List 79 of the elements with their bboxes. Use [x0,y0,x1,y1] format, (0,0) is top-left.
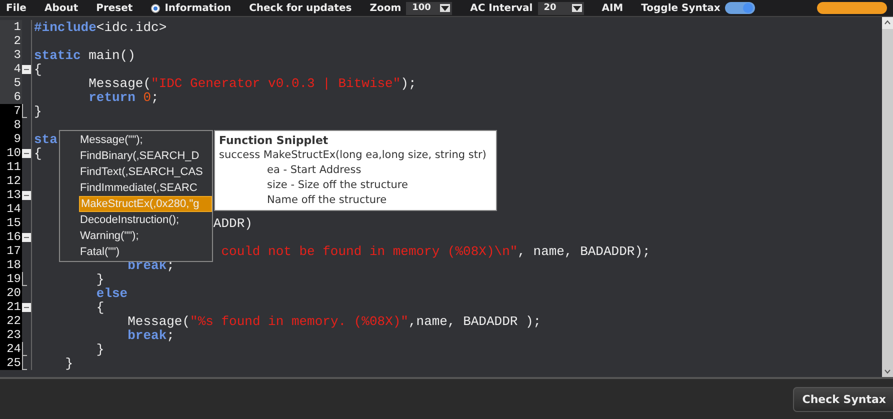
line-number: 5 [0,76,22,90]
menu-item[interactable]: File [6,2,26,14]
scrollbar[interactable] [882,17,893,377]
line-number: 17 [0,244,22,258]
action-button[interactable] [817,2,887,14]
code-line: { [34,146,42,160]
collapse-icon[interactable] [22,302,31,312]
menu-item[interactable]: Preset [96,2,133,14]
dropdown-arrow-icon [440,4,450,12]
autocomplete-item[interactable]: DecodeInstruction(); [60,212,212,228]
scroll-down-icon[interactable] [884,369,891,374]
code-line: #include<idc.idc> [34,20,167,34]
code-line: } [34,104,42,118]
line-number: 11 [0,160,22,174]
line-number: 23 [0,328,22,342]
menu-item[interactable]: AIM [602,2,624,14]
code-line: { [34,62,42,76]
code-line: ADDR) [213,216,252,230]
line-number: 25 [0,356,22,370]
line-number: 24 [0,342,22,356]
autocomplete-item[interactable]: Warning(""); [60,228,212,244]
dropdown-arrow-icon [572,4,582,12]
autocomplete-item[interactable]: Message(""); [60,132,212,148]
parameter-description: Name off the structure [266,193,388,208]
number-select[interactable]: 100 [406,2,452,14]
line-number: 22 [0,314,22,328]
line-number: 10 [0,146,22,160]
collapse-icon[interactable] [22,64,31,74]
function-signature: success MakeStructEx(long ea,long size, string str) [219,148,488,163]
code-line: could not be found in memory (%08X)\n", name, BADADDR); [221,244,650,258]
radio-label[interactable]: Information [164,2,232,14]
scroll-up-icon[interactable] [884,20,891,25]
code-line: return 0; [88,90,159,104]
autocomplete-item[interactable]: FindText(,SEARCH_CAS [60,164,212,180]
code-line: Message("IDC Generator v0.0.3 | Bitwise"); [88,76,416,90]
toggle-switch[interactable] [725,2,756,14]
autocomplete-item[interactable]: FindBinary(,SEARCH_D [60,148,212,164]
line-number: 15 [0,216,22,230]
code-line: { [96,300,104,314]
line-number: 14 [0,202,22,216]
line-number: 4 [0,62,22,76]
code-line: break; [128,328,174,342]
number-select[interactable]: 20 [538,2,584,14]
line-number: 18 [0,258,22,272]
parameter-description: ea - Start Address [266,163,362,178]
code-line: sta [34,132,58,146]
line-number: 19 [0,272,22,286]
line-number: 13 [0,188,22,202]
menu-item[interactable]: Check for updates [249,2,352,14]
code-line: } [65,356,74,370]
select-label: Zoom [370,2,402,14]
check-syntax-button[interactable]: Check Syntax [793,386,893,412]
code-line: else [96,286,128,300]
collapse-icon[interactable] [22,232,31,242]
line-number: 9 [0,132,22,146]
code-line: } [96,342,104,356]
collapse-icon[interactable] [22,148,31,158]
line-number: 8 [0,118,22,132]
autocomplete-item[interactable]: Fatal("") [60,244,212,260]
tooltip-title: Function Snipplet [219,133,330,148]
toggle-label: Toggle Syntax [641,2,720,14]
code-line: Message("%s found in memory. (%08X)",name, BADADDR ); [128,314,542,328]
line-number: 16 [0,230,22,244]
radio-button[interactable] [150,4,160,12]
line-number: 20 [0,286,22,300]
parameter-description: size - Size off the structure [266,178,409,193]
menu-item[interactable]: About [44,2,78,14]
code-line: } [96,272,104,286]
line-number: 3 [0,48,22,62]
line-number: 7 [0,104,22,118]
line-number: 21 [0,300,22,314]
line-number: 12 [0,174,22,188]
line-number: 2 [0,34,22,48]
autocomplete-item[interactable]: FindImmediate(,SEARC [60,180,212,196]
select-label: AC Interval [470,2,533,14]
line-number: 6 [0,90,22,104]
line-number: 1 [0,20,22,34]
collapse-icon[interactable] [22,190,31,200]
code-line: static main() [34,48,136,62]
